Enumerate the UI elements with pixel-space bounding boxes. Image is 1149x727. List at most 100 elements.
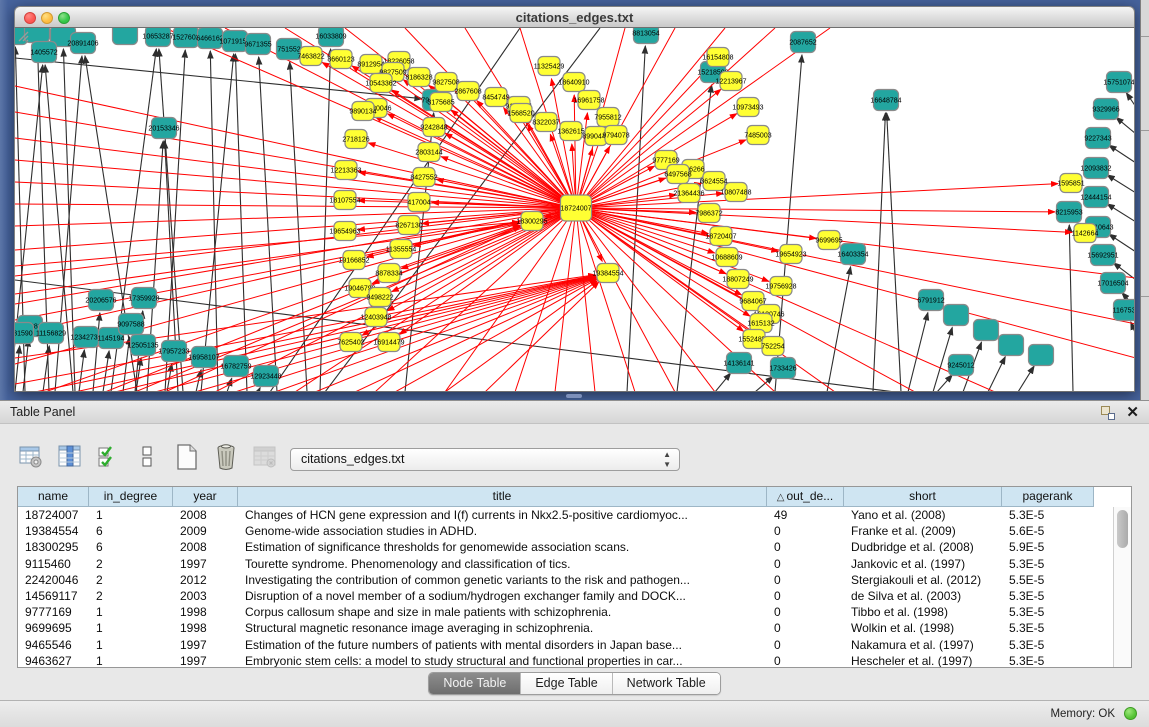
cell-pagerank[interactable]: 5.5E-5 [1002,572,1094,588]
cell-short[interactable]: Jankovic et al. (1997) [844,556,1002,572]
black-edge[interactable] [258,388,260,392]
cell-year[interactable]: 1998 [173,604,238,620]
black-edge[interactable] [15,346,20,392]
red-edge[interactable] [555,208,576,392]
cell-in_degree[interactable]: 2 [89,588,173,604]
cell-pagerank[interactable]: 5.3E-5 [1002,556,1094,572]
cell-name[interactable]: 9463627 [18,653,89,667]
black-edge[interactable] [1107,204,1135,222]
black-edge[interactable] [210,51,218,392]
cell-in_degree[interactable]: 6 [89,539,173,555]
close-panel-icon[interactable]: ✕ [1126,403,1139,421]
cell-in_degree[interactable]: 2 [89,572,173,588]
red-edge[interactable] [576,184,1058,208]
cell-year[interactable]: 2012 [173,572,238,588]
cell-title[interactable]: Corpus callosum shape and size in male p… [238,604,767,620]
graph-node-teal[interactable] [974,320,999,341]
network-window[interactable]: citations_edges.txt 14055722089140610653… [14,6,1135,392]
cell-pagerank[interactable]: 5.6E-5 [1002,523,1094,539]
cell-out_degree[interactable]: 49 [767,507,844,523]
table-row[interactable]: 977716911998Corpus callosum shape and si… [18,604,1113,620]
cell-name[interactable]: 14569117 [18,588,89,604]
tab-node-table[interactable]: Node Table [429,673,521,694]
cell-title[interactable]: Structural magnetic resonance image aver… [238,620,767,636]
cell-short[interactable]: Tibbo et al. (1998) [844,604,1002,620]
cell-title[interactable]: Disruption of a novel member of a sodium… [238,588,767,604]
new-table-icon[interactable] [173,443,201,471]
black-edge[interactable] [1069,225,1073,392]
table-settings-icon[interactable] [17,443,45,471]
cell-name[interactable]: 9699695 [18,620,89,636]
cell-in_degree[interactable]: 6 [89,523,173,539]
red-edge[interactable] [576,208,1135,324]
table-row[interactable]: 946554611997Estimation of the future num… [18,637,1113,653]
cell-short[interactable]: de Silva et al. (2003) [844,588,1002,604]
cell-pagerank[interactable]: 5.3E-5 [1002,604,1094,620]
cell-title[interactable]: Tourette syndrome. Phenomenology and cla… [238,556,767,572]
float-panel-icon[interactable] [1101,406,1115,420]
cell-in_degree[interactable]: 2 [89,556,173,572]
cell-in_degree[interactable]: 1 [89,507,173,523]
cell-out_degree[interactable]: 0 [767,556,844,572]
cell-title[interactable]: Investigating the contribution of common… [238,572,767,588]
cell-pagerank[interactable]: 5.3E-5 [1002,588,1094,604]
table-row[interactable]: 911546021997Tourette syndrome. Phenomeno… [18,556,1113,572]
red-edge[interactable] [15,223,519,294]
cell-pagerank[interactable]: 5.3E-5 [1002,653,1094,667]
delete-table-icon[interactable] [212,443,240,471]
black-edge[interactable] [827,267,851,392]
window-resize-grip[interactable] [15,28,29,42]
cell-in_degree[interactable]: 1 [89,620,173,636]
black-edge[interactable] [988,357,1005,392]
black-edge[interactable] [1131,322,1135,335]
cell-name[interactable]: 9777169 [18,604,89,620]
cell-year[interactable]: 1998 [173,620,238,636]
cell-title[interactable]: Estimation of significance thresholds fo… [238,539,767,555]
cell-name[interactable]: 19384554 [18,523,89,539]
cell-title[interactable]: Genome-wide association studies in ADHD. [238,523,767,539]
column-header-out_degree[interactable]: △out_de... [767,487,844,507]
cell-pagerank[interactable]: 5.3E-5 [1002,620,1094,636]
cell-title[interactable]: Embryonic stem cells: a model to study s… [238,653,767,667]
cell-year[interactable]: 2008 [173,507,238,523]
graph-node-teal[interactable] [944,305,969,326]
black-edge[interactable] [873,113,885,392]
cell-year[interactable]: 1997 [173,653,238,667]
black-edge[interactable] [1018,366,1034,392]
tab-edge-table[interactable]: Edge Table [521,673,612,694]
table-row[interactable]: 969969511998Structural magnetic resonanc… [18,620,1113,636]
cell-title[interactable]: Estimation of the future numbers of pati… [238,637,767,653]
black-edge[interactable] [1126,93,1135,107]
column-header-pagerank[interactable]: pagerank [1002,487,1094,507]
cell-out_degree[interactable]: 0 [767,653,844,667]
cell-name[interactable]: 9115460 [18,556,89,572]
select-all-columns-icon[interactable] [95,443,123,471]
cell-name[interactable]: 22420046 [18,572,89,588]
table-row[interactable]: 1456911722003Disruption of a novel membe… [18,588,1113,604]
table-row[interactable]: 1830029562008Estimation of significance … [18,539,1113,555]
cell-pagerank[interactable]: 5.3E-5 [1002,637,1094,653]
cell-short[interactable]: Stergiakouli et al. (2012) [844,572,1002,588]
black-edge[interactable] [937,375,952,392]
table-vertical-scrollbar[interactable] [1113,507,1131,667]
black-edge[interactable] [259,57,277,392]
black-edge[interactable] [1116,117,1135,134]
cell-year[interactable]: 2008 [173,539,238,555]
cell-name[interactable]: 9465546 [18,637,89,653]
black-edge[interactable] [1107,175,1135,193]
cell-title[interactable]: Changes of HCN gene expression and I(f) … [238,507,767,523]
cell-name[interactable]: 18724007 [18,507,89,523]
unselect-all-columns-icon[interactable] [134,443,162,471]
cell-year[interactable]: 1997 [173,637,238,653]
black-edge[interactable] [755,376,773,392]
red-edge[interactable] [445,281,598,392]
cell-out_degree[interactable]: 0 [767,588,844,604]
cell-year[interactable]: 1997 [173,556,238,572]
cell-out_degree[interactable]: 0 [767,620,844,636]
cell-out_degree[interactable]: 0 [767,523,844,539]
cell-out_degree[interactable]: 0 [767,637,844,653]
table-row[interactable]: 1938455462009Genome-wide association stu… [18,523,1113,539]
network-window-titlebar[interactable]: citations_edges.txt [14,6,1135,28]
column-header-year[interactable]: year [173,487,238,507]
red-edge[interactable] [576,208,595,392]
